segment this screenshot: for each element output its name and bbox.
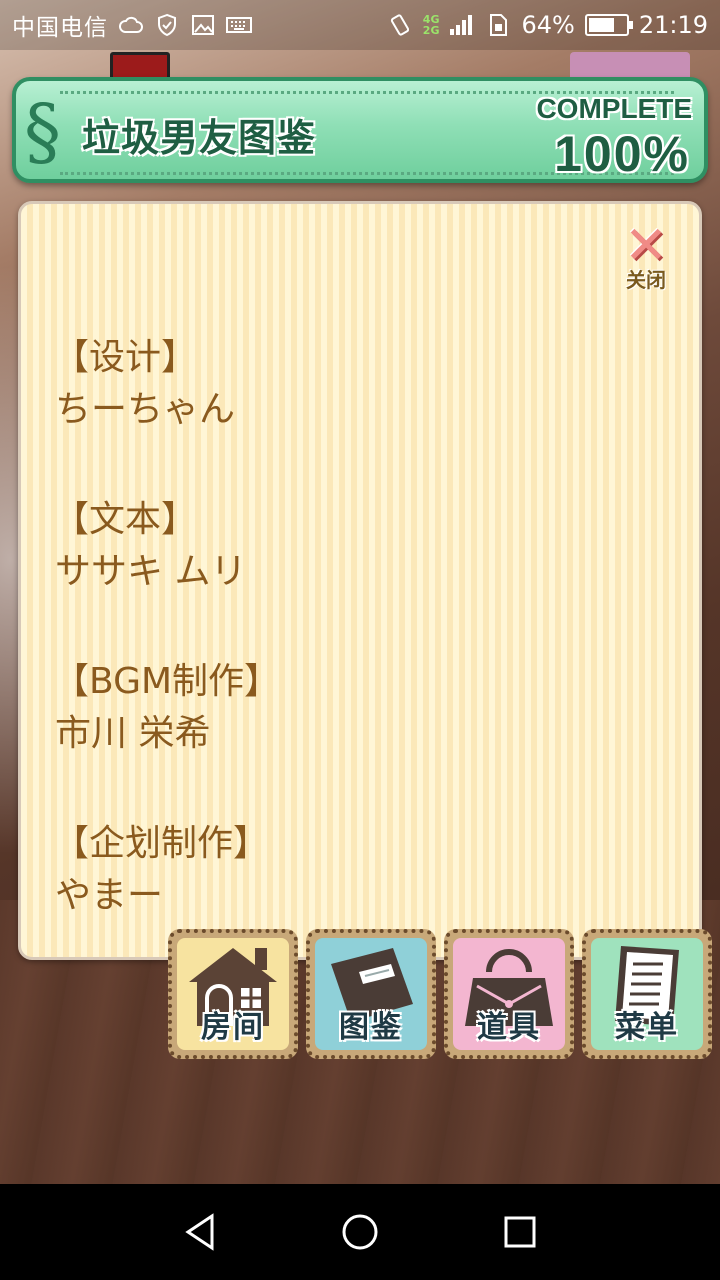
recents-button[interactable]	[490, 1202, 550, 1262]
back-button[interactable]	[170, 1202, 230, 1262]
vibrate-icon	[387, 12, 413, 38]
section-mark-icon: §	[24, 89, 61, 175]
sim-icon	[485, 12, 511, 38]
credit-name: やまー	[55, 875, 164, 916]
credit-role: 【企划制作】	[53, 823, 270, 864]
room-button-label: 房间	[201, 1010, 265, 1045]
close-label: 关闭	[626, 268, 666, 292]
close-button[interactable]: ✕ 关闭	[615, 216, 677, 294]
cloud-icon	[118, 12, 144, 38]
page-title: 垃圾男友图鉴	[82, 116, 317, 160]
credits-panel: ✕ 关闭 【设计】 ちーちゃん 【文本】 ササキ ムリ 【BGM制作】 市川 栄…	[18, 201, 702, 960]
credits-list: 【设计】 ちーちゃん 【文本】 ササキ ムリ 【BGM制作】 市川 栄希 【企划…	[53, 332, 655, 922]
home-button[interactable]	[330, 1202, 390, 1262]
clock: 21:19	[638, 11, 708, 39]
game-menu-bar: 房间 图鉴 道具 菜单	[168, 929, 712, 1061]
credit-item: 【BGM制作】 市川 栄希	[53, 656, 655, 760]
credit-name: ちーちゃん	[55, 389, 236, 430]
items-button-face: 道具	[453, 938, 565, 1050]
items-button-label: 道具	[477, 1010, 541, 1045]
encyclopedia-button-face: 图鉴	[315, 938, 427, 1050]
home-circle-icon	[342, 1214, 378, 1250]
carrier-name: 中国电信	[12, 15, 108, 41]
system-nav-bar	[0, 1184, 720, 1280]
credit-item: 【设计】 ちーちゃん	[53, 332, 655, 436]
image-icon	[190, 12, 216, 38]
credit-item: 【企划制作】 やまー	[53, 818, 655, 922]
network-2g-label: 2G	[422, 24, 440, 37]
items-button[interactable]: 道具	[444, 929, 574, 1059]
complete-label: COMPLETE	[536, 93, 692, 124]
status-bar: 中国电信 4G 2G 64% 21:19	[0, 0, 720, 50]
credit-role: 【BGM制作】	[53, 661, 281, 702]
encyclopedia-button-label: 图鉴	[339, 1010, 403, 1045]
recents-square-icon	[504, 1216, 536, 1248]
signal-icon	[449, 12, 475, 38]
battery-icon	[584, 14, 633, 36]
credit-item: 【文本】 ササキ ムリ	[53, 494, 655, 598]
keyboard-icon	[226, 12, 252, 38]
credit-role: 【设计】	[53, 337, 198, 378]
back-triangle-icon	[185, 1213, 214, 1251]
battery-percent: 64%	[521, 11, 575, 39]
menu-button-face: 菜单	[591, 938, 703, 1050]
credit-name: 市川 栄希	[55, 713, 211, 754]
menu-button[interactable]: 菜单	[582, 929, 712, 1059]
credit-role: 【文本】	[53, 499, 198, 540]
close-icon: ✕	[624, 216, 668, 276]
room-button[interactable]: 房间	[168, 929, 298, 1059]
title-banner: § 垃圾男友图鉴 COMPLETE 100%	[12, 77, 708, 183]
complete-percentage: 100%	[554, 126, 690, 182]
shield-check-icon	[154, 12, 180, 38]
room-button-face: 房间	[177, 938, 289, 1050]
encyclopedia-button[interactable]: 图鉴	[306, 929, 436, 1059]
credit-name: ササキ ムリ	[55, 551, 247, 592]
menu-button-label: 菜单	[615, 1010, 679, 1045]
network-type: 4G 2G	[423, 14, 440, 36]
